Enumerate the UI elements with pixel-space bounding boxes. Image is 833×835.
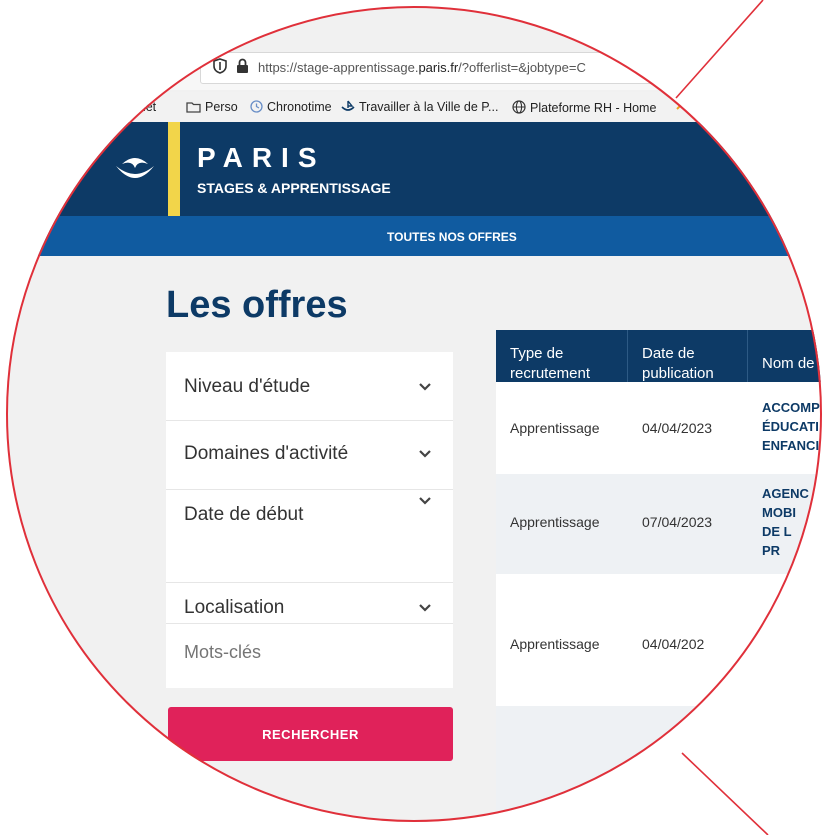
shield-icon[interactable] [213, 58, 227, 79]
table-row[interactable]: Apprentissage 04/04/202 [496, 574, 822, 706]
bookmark-perso[interactable]: Perso [186, 100, 238, 116]
chevron-down-icon[interactable] [418, 494, 432, 508]
table-row[interactable]: Apprentissage 07/04/2023 AGENC MOBI DE L… [496, 474, 822, 574]
bookmark-label: Perso [205, 100, 238, 114]
keywords-input[interactable] [184, 642, 434, 663]
bookmark-inet[interactable]: inet [136, 100, 156, 114]
nav-all-offers[interactable]: TOUTES NOS OFFRES [387, 230, 517, 244]
search-button[interactable]: RECHERCHER [168, 707, 453, 761]
paris-boat-logo-icon[interactable] [110, 150, 160, 195]
column-header-name[interactable]: Nom de l [748, 330, 822, 382]
bookmark-plateforme-rh[interactable]: Plateforme RH - Home [512, 100, 656, 117]
paris-boat-icon [341, 100, 355, 116]
bookmarks-bar: inet Perso Chronotime Travailler à la Vi… [6, 92, 822, 123]
table-row[interactable] [496, 706, 822, 822]
globe-icon [512, 100, 526, 117]
magnified-screenshot: https://stage-apprentissage.paris.fr/?of… [0, 0, 833, 835]
bookmark-chronotime[interactable]: Chronotime [250, 100, 332, 116]
bookmark-label: Plateforme RH - Home [530, 101, 657, 115]
cell-name-line: ENFANCI [762, 438, 820, 453]
chevron-down-icon[interactable] [418, 601, 432, 615]
page-title: Les offres [166, 284, 348, 326]
cell-name-line: ACCOMP [762, 400, 820, 415]
url-prefix: https://stage-apprentissage. [258, 60, 419, 75]
bookmark-label: inet [136, 100, 157, 114]
cell-name-line: MOBI [762, 505, 796, 520]
cell-date: 04/04/2023 [642, 420, 713, 436]
filter-domaines-activite[interactable]: Domaines d'activité [166, 421, 453, 490]
cell-name-line: AGENC [762, 486, 809, 501]
cell-name-line: ÉDUCATI [762, 419, 819, 434]
magnifier-lens: https://stage-apprentissage.paris.fr/?of… [6, 6, 822, 822]
cell-date: 04/04/202 [642, 636, 705, 652]
keywords-field[interactable] [166, 624, 453, 688]
filter-label: Niveau d'étude [184, 376, 311, 397]
filter-label: Localisation [184, 597, 285, 618]
cell-name[interactable]: ACCOMP ÉDUCATI ENFANCI [762, 398, 820, 455]
clock-icon [250, 100, 263, 116]
column-header-type[interactable]: Type de recrutement [496, 330, 628, 382]
lock-icon[interactable] [236, 58, 249, 79]
bookmark-label: Chronotime [267, 100, 332, 114]
chevron-down-icon[interactable] [418, 380, 432, 394]
cell-type: Apprentissage [510, 420, 600, 436]
filter-localisation[interactable]: Localisation [166, 583, 453, 624]
filter-niveau-etude[interactable]: Niveau d'étude [166, 352, 453, 421]
chevron-down-icon[interactable] [418, 447, 432, 461]
table-row[interactable]: Apprentissage 04/04/2023 ACCOMP ÉDUCATI … [496, 382, 822, 474]
filter-date-debut[interactable]: Date de début [166, 490, 453, 583]
cell-date: 07/04/2023 [642, 514, 713, 530]
url-suffix: /?offerlist=&jobtype=C [458, 60, 586, 75]
url-domain: paris.fr [418, 60, 459, 75]
bookmark-extra-icon[interactable] [676, 100, 690, 115]
site-logo-subtitle[interactable]: STAGES & APPRENTISSAGE [197, 180, 391, 196]
column-header-date[interactable]: Date de publication [628, 330, 748, 382]
folder-icon [186, 101, 201, 116]
bookmark-travailler[interactable]: Travailler à la Ville de P... [341, 100, 498, 116]
cell-type: Apprentissage [510, 514, 600, 530]
logo-divider [168, 122, 180, 216]
cell-type: Apprentissage [510, 636, 600, 652]
bookmark-label: Travailler à la Ville de P... [359, 100, 499, 114]
cell-name[interactable]: AGENC MOBI DE L PR [762, 484, 809, 560]
site-logo-title[interactable]: PARIS [197, 142, 326, 174]
url-text[interactable]: https://stage-apprentissage.paris.fr/?of… [258, 60, 586, 75]
cell-name-line: PR [762, 543, 781, 558]
filter-label: Domaines d'activité [184, 443, 349, 464]
filter-label: Date de début [184, 504, 304, 525]
cell-name-line: DE L [762, 524, 792, 539]
